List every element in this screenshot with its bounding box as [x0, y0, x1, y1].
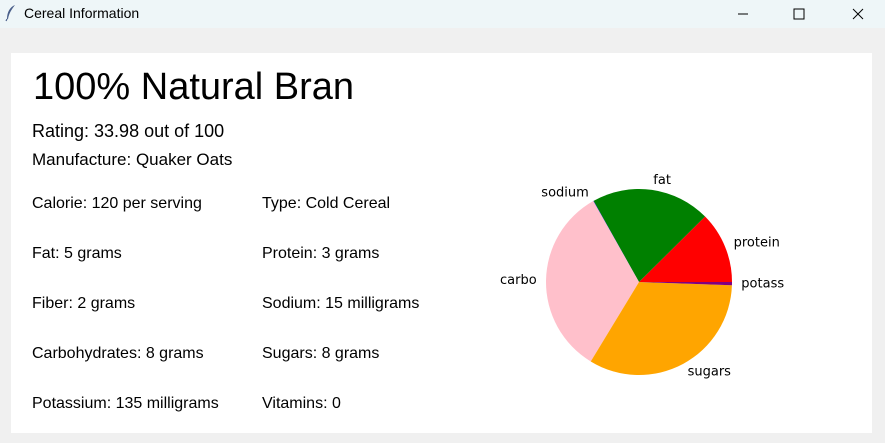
- maximize-icon: [793, 8, 805, 20]
- title-bar: Cereal Information: [0, 0, 885, 28]
- pie-label-protein: protein: [734, 236, 780, 251]
- pie-label-carbo: carbo: [500, 273, 537, 288]
- info-panel: 100% Natural Bran Rating: 33.98 out of 1…: [11, 53, 872, 433]
- pie-label-sugars: sugars: [688, 365, 732, 380]
- pie-label-fat: fat: [653, 173, 671, 188]
- pie-label-sodium: sodium: [541, 185, 589, 200]
- nutrient-pie-chart: protein fat sodium carbo sugars potass: [500, 173, 784, 380]
- feather-icon: [4, 4, 18, 22]
- minimize-icon: [738, 13, 748, 15]
- maximize-button[interactable]: [776, 0, 822, 28]
- pie-label-potass: potass: [741, 276, 784, 291]
- close-button[interactable]: [835, 0, 881, 28]
- window-title: Cereal Information: [24, 5, 140, 21]
- close-icon: [852, 8, 864, 20]
- minimize-button[interactable]: [720, 0, 766, 28]
